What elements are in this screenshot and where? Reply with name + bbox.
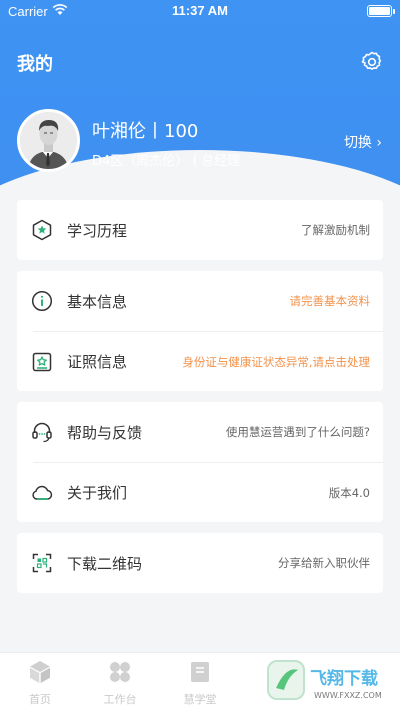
menu-label: 关于我们	[67, 484, 128, 502]
certificate-icon	[32, 352, 52, 372]
cloud-icon	[32, 485, 53, 500]
menu-item-basic-info[interactable]: 基本信息 请完善基本资料	[17, 271, 383, 331]
cube-icon	[30, 661, 50, 683]
switch-account-button[interactable]: 切换 ›	[344, 132, 382, 152]
menu-item-help[interactable]: 帮助与反馈 使用慧运营遇到了什么问题?	[17, 402, 383, 462]
watermark-text: 飞翔下载	[310, 668, 378, 689]
tab-academy[interactable]: 慧学堂	[170, 659, 230, 707]
tab-label: 工作台	[103, 693, 137, 706]
menu-value: 使用慧运营遇到了什么问题?	[225, 425, 370, 439]
menu-label: 下载二维码	[67, 554, 143, 573]
menu-label: 学习历程	[67, 221, 128, 240]
badge-icon	[32, 219, 52, 241]
headset-icon	[32, 422, 52, 443]
menu-item-learning[interactable]: 学习历程 了解激励机制	[17, 200, 383, 260]
avatar[interactable]	[17, 109, 80, 172]
watermark-logo: 飞翔下载 WWW.FXXZ.COM	[267, 660, 382, 700]
menu-label: 帮助与反馈	[67, 423, 143, 442]
qrcode-card: 下载二维码 分享给新入职伙伴	[17, 533, 383, 593]
tab-label: 首页	[29, 693, 51, 706]
menu-value: 分享给新入职伙伴	[278, 556, 370, 570]
menu-value: 了解激励机制	[301, 223, 370, 237]
info-card: 基本信息 请完善基本资料 证照信息 身份证与健康证状态异常,请点击处理	[17, 271, 383, 391]
menu-item-license[interactable]: 证照信息 身份证与健康证状态异常,请点击处理	[32, 331, 383, 391]
tab-label: 慧学堂	[183, 693, 217, 706]
person-portrait-icon	[20, 112, 77, 169]
menu-item-about[interactable]: 关于我们 版本4.0	[32, 462, 383, 522]
watermark-url: WWW.FXXZ.COM	[314, 691, 382, 700]
gear-icon[interactable]	[360, 50, 384, 74]
scan-qrcode-icon	[32, 553, 52, 573]
tab-workbench[interactable]: 工作台	[90, 659, 150, 707]
page-title: 我的	[17, 54, 53, 75]
status-bar: Carrier 11:37 AM	[0, 0, 400, 22]
menu-label: 基本信息	[67, 292, 128, 311]
menu-value: 版本4.0	[328, 485, 370, 500]
user-department: D4区（周杰伦）丨总经理	[92, 154, 241, 169]
user-name: 叶湘伦丨100	[92, 121, 199, 142]
tab-home[interactable]: 首页	[10, 659, 70, 707]
grid-icon	[110, 662, 130, 682]
learning-card: 学习历程 了解激励机制	[17, 200, 383, 260]
menu-item-qrcode[interactable]: 下载二维码 分享给新入职伙伴	[17, 533, 383, 593]
menu-label: 证照信息	[67, 353, 128, 371]
menu-value: 请完善基本资料	[289, 294, 371, 308]
menu-value: 身份证与健康证状态异常,请点击处理	[182, 354, 370, 369]
clock: 11:37 AM	[172, 3, 228, 18]
book-icon	[191, 662, 209, 682]
info-icon	[31, 290, 53, 312]
support-card: 帮助与反馈 使用慧运营遇到了什么问题? 关于我们 版本4.0	[17, 402, 383, 522]
battery-icon	[367, 5, 395, 17]
